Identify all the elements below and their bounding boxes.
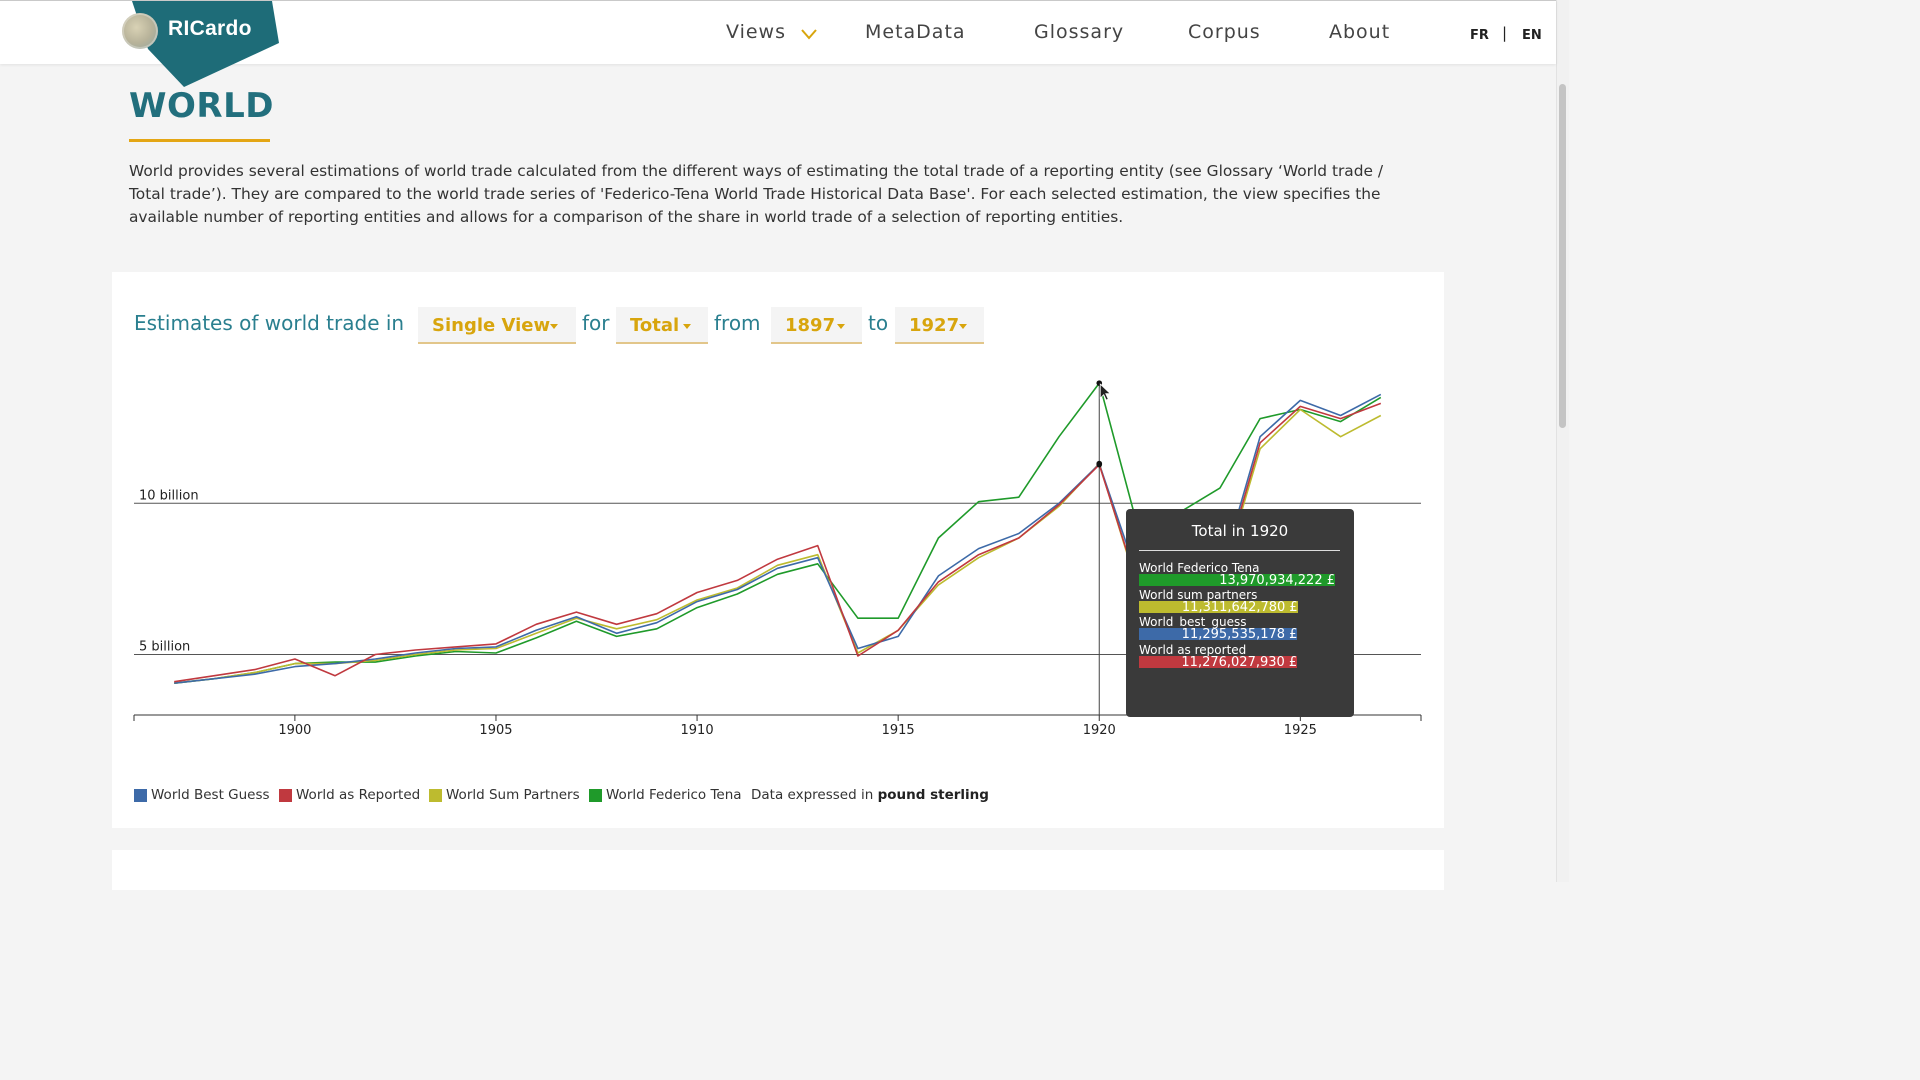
lang-separator: |: [1502, 24, 1508, 42]
nav-corpus[interactable]: Corpus: [1188, 21, 1261, 43]
hover-point: [1096, 461, 1103, 468]
scrollbar-thumb[interactable]: [1559, 84, 1566, 428]
tooltip-row-value: 11,276,027,930 £: [1181, 655, 1298, 670]
tooltip-row-bar: 11,276,027,930 £: [1139, 655, 1298, 670]
tooltip-row-value: 11,311,642,780 £: [1181, 600, 1298, 615]
nav-views-label: Views: [726, 21, 786, 43]
legend-swatch: [589, 789, 602, 802]
mouse-pointer-icon: [1099, 383, 1112, 401]
tooltip-divider: [1139, 550, 1340, 551]
lang-fr[interactable]: FR: [1470, 28, 1489, 43]
y-grid-label: 5 billion: [139, 640, 190, 655]
legend-swatch: [134, 789, 147, 802]
tooltip-row-bar: 13,970,934,222 £: [1139, 573, 1335, 588]
legend-swatch: [279, 789, 292, 802]
x-axis-tick-label: 1915: [882, 723, 915, 738]
legend-label: World Sum Partners: [446, 787, 580, 803]
globe-icon: [122, 13, 158, 49]
tooltip-title: Total in 1920: [1191, 522, 1289, 540]
nav-views[interactable]: Views: [726, 21, 817, 43]
logo-text: RICardo: [168, 17, 252, 40]
unit-prefix: Data expressed in: [751, 787, 874, 803]
x-axis-tick-label: 1900: [278, 723, 311, 738]
chevron-down-icon: [801, 29, 817, 40]
nav-glossary[interactable]: Glossary: [1034, 21, 1124, 43]
nav-metadata[interactable]: MetaData: [865, 21, 966, 43]
unit-name: pound sterling: [877, 787, 989, 803]
nav-about[interactable]: About: [1329, 21, 1390, 43]
top-navbar: RICardo Views MetaData Glossary Corpus A…: [0, 0, 1556, 87]
x-axis-tick-label: 1905: [479, 723, 512, 738]
legend-label: World Best Guess: [151, 787, 270, 803]
tooltip-row-bar: 11,295,535,178 £: [1139, 627, 1298, 642]
unit-note: Data expressed in pound sterling: [751, 787, 989, 803]
x-axis-tick-label: 1910: [681, 723, 714, 738]
y-grid-label: 10 billion: [139, 488, 199, 503]
logo[interactable]: RICardo: [122, 1, 280, 87]
chart-tooltip: Total in 1920 World Federico Tena 13,970…: [1126, 509, 1354, 717]
tooltip-row-value: 11,295,535,178 £: [1181, 627, 1298, 642]
tooltip-row-bar: 11,311,642,780 £: [1139, 600, 1298, 615]
legend-swatch: [429, 789, 442, 802]
world-trade-line-chart[interactable]: 10 billion 5 billion 1900 1905 1910 1915 1920 1…: [0, 0, 1556, 882]
x-axis-tick-label: 1920: [1083, 723, 1116, 738]
lang-en[interactable]: EN: [1522, 28, 1542, 43]
legend-label: World Federico Tena: [606, 787, 742, 803]
legend-label: World as Reported: [296, 787, 421, 803]
tooltip-row-value: 13,970,934,222 £: [1219, 573, 1335, 588]
x-axis-tick-label: 1925: [1284, 723, 1317, 738]
